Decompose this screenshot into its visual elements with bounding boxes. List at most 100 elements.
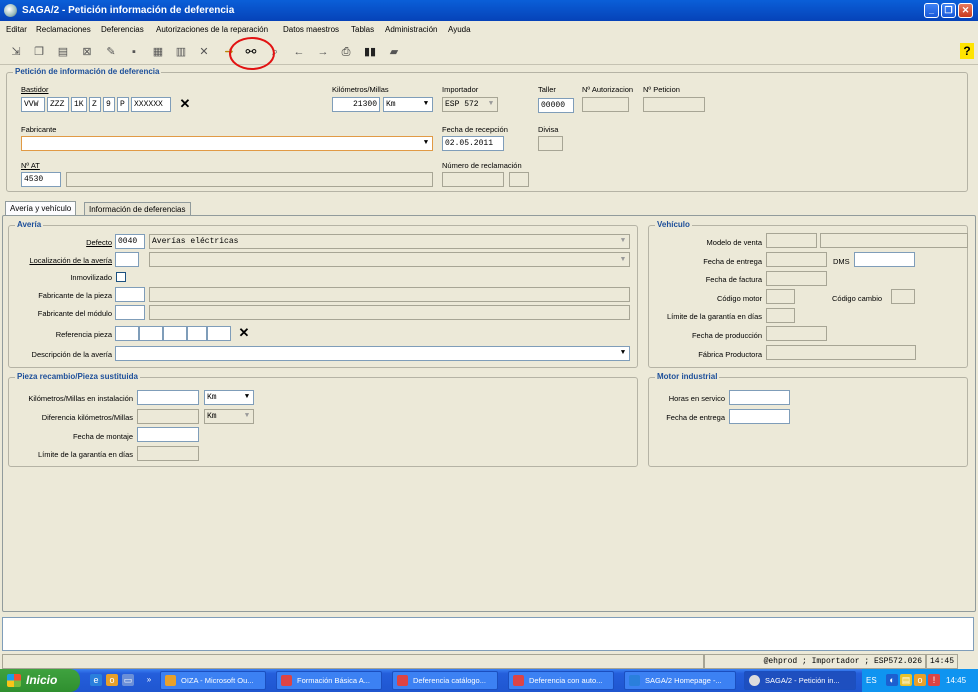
network-icon[interactable]: ◐ <box>886 674 898 686</box>
desktop-icon[interactable]: ▭ <box>122 674 134 686</box>
more-quicklaunch-icon[interactable]: » <box>143 674 155 686</box>
task-deferencia-catalogo-label: Deferencia catálogo... <box>413 676 486 685</box>
fabricante-modulo-input[interactable] <box>115 305 145 320</box>
dms-label: DMS <box>833 257 850 266</box>
menu-ayuda[interactable]: Ayuda <box>448 25 471 34</box>
bastidor-part-4[interactable]: Z <box>89 97 101 112</box>
referencia-part-3[interactable] <box>163 326 187 341</box>
task-formacion[interactable]: Formación Básica A... <box>276 671 382 690</box>
bastidor-part-5[interactable]: 9 <box>103 97 115 112</box>
horas-servicio-input[interactable] <box>729 390 790 405</box>
pdf-icon <box>397 675 408 686</box>
tray-app-icon[interactable]: ▤ <box>900 674 912 686</box>
chevron-down-icon: ▼ <box>620 237 626 245</box>
bastidor-part-7[interactable]: XXXXXX <box>131 97 171 112</box>
tray-alert-icon[interactable]: ! <box>928 674 940 686</box>
tab-informacion-deferencias[interactable]: Información de deferencias <box>84 202 191 216</box>
task-outlook[interactable]: OIZA - Microsoft Ou... <box>160 671 266 690</box>
menu-autorizaciones[interactable]: Autorizaciones de la reparación <box>156 25 268 34</box>
title-bar: SAGA/2 - Petición información de deferen… <box>0 0 978 21</box>
inmovilizado-label: Inmovilizado <box>70 273 112 282</box>
barcode-icon[interactable]: ▮▮ <box>362 44 378 60</box>
modelo-venta-field <box>766 233 817 248</box>
highlight-circle <box>229 37 275 70</box>
fabricante-select[interactable]: ▼ <box>21 136 433 151</box>
horas-servicio-label: Horas en servico <box>668 394 725 403</box>
forward-arrow-icon[interactable]: → <box>315 44 331 60</box>
form-icon[interactable]: ▦ <box>150 44 166 60</box>
dms-input[interactable] <box>854 252 915 267</box>
inmovilizado-checkbox[interactable] <box>116 272 126 282</box>
descripcion-select[interactable]: ▼ <box>115 346 630 361</box>
referencia-part-2[interactable] <box>139 326 163 341</box>
menu-editar[interactable]: Editar <box>6 25 27 34</box>
edit-icon[interactable]: ✎ <box>103 44 119 60</box>
taller-input[interactable]: 00000 <box>538 98 574 113</box>
start-button[interactable]: Inicio <box>0 669 80 692</box>
back-arrow-icon[interactable]: ← <box>291 44 307 60</box>
task-deferencia-catalogo[interactable]: Deferencia catálogo... <box>392 671 498 690</box>
folder-icon[interactable]: ▰ <box>386 44 402 60</box>
fecha-montaje-input[interactable] <box>137 427 199 442</box>
task-deferencia-auto[interactable]: Deferencia con auto... <box>508 671 614 690</box>
task-saga-peticion[interactable]: SAGA/2 - Petición in... <box>744 671 856 690</box>
status-session: @ehprod ; Importador ; ESP572.026 <box>704 654 926 669</box>
defecto-select[interactable]: Averías eléctricas ▼ <box>149 234 630 249</box>
fabricante-pieza-input[interactable] <box>115 287 145 302</box>
km-input[interactable]: 21300 <box>332 97 380 112</box>
importador-select[interactable]: ESP 572 ▼ <box>442 97 498 112</box>
minimize-button[interactable]: _ <box>924 3 939 18</box>
referencia-part-4[interactable] <box>187 326 207 341</box>
km-instalacion-unit-select[interactable]: Km ▼ <box>204 390 254 405</box>
copy-icon[interactable]: ❐ <box>31 44 47 60</box>
clear-bastidor-icon[interactable]: ✕ <box>177 96 193 112</box>
menu-tablas[interactable]: Tablas <box>351 25 374 34</box>
close-button[interactable]: ✕ <box>958 3 973 18</box>
print-icon[interactable]: ⎙ <box>338 44 354 60</box>
header-legend: Petición de información de deferencia <box>13 67 162 76</box>
task-saga-homepage[interactable]: SAGA/2 Homepage -... <box>624 671 736 690</box>
menu-datos-maestros[interactable]: Datos maestros <box>283 25 339 34</box>
diferencia-unit-select[interactable]: Km ▼ <box>204 409 254 424</box>
language-indicator[interactable]: ES <box>866 669 877 692</box>
tray-outlook-icon[interactable]: o <box>914 674 926 686</box>
close-x-icon[interactable]: ✕ <box>196 44 212 60</box>
report-icon[interactable]: ▥ <box>173 44 189 60</box>
import-icon[interactable]: ⇲ <box>8 44 24 60</box>
chevron-down-icon: ▼ <box>244 412 250 420</box>
fabricante-modulo-description <box>149 305 630 320</box>
menu-reclamaciones[interactable]: Reclamaciones <box>36 25 91 34</box>
document-icon[interactable]: ▤ <box>55 44 71 60</box>
save-icon[interactable]: ▪ <box>126 44 142 60</box>
km-unit-select[interactable]: Km ▼ <box>383 97 433 112</box>
fecha-entrega-field <box>766 252 827 267</box>
bastidor-part-2[interactable]: ZZZ <box>47 97 69 112</box>
help-icon[interactable]: ? <box>960 43 974 59</box>
km-instalacion-input[interactable] <box>137 390 199 405</box>
maximize-button[interactable]: ❐ <box>941 3 956 18</box>
num-reclamacion-label: Número de reclamación <box>442 161 522 170</box>
num-reclamacion-field <box>442 172 504 187</box>
clear-referencia-icon[interactable]: ✕ <box>236 325 252 341</box>
bastidor-part-3[interactable]: 1K <box>71 97 87 112</box>
localizacion-select[interactable]: ▼ <box>149 252 630 267</box>
fecha-recepcion-input[interactable]: 02.05.2011 <box>442 136 504 151</box>
ie-icon[interactable]: e <box>90 674 102 686</box>
outlook-icon[interactable]: o <box>106 674 118 686</box>
referencia-part-1[interactable] <box>115 326 139 341</box>
tab-averia-vehiculo[interactable]: Avería y vehículo <box>5 201 77 216</box>
bastidor-part-1[interactable]: VVW <box>21 97 45 112</box>
menu-deferencias[interactable]: Deferencias <box>101 25 144 34</box>
nat-input[interactable]: 4530 <box>21 172 61 187</box>
delete-doc-icon[interactable]: ⊠ <box>79 44 95 60</box>
menu-administracion[interactable]: Administración <box>385 25 437 34</box>
saga-app-icon <box>749 675 760 686</box>
referencia-part-5[interactable] <box>207 326 231 341</box>
localizacion-input[interactable] <box>115 252 139 267</box>
limite-garantia-pieza-field <box>137 446 199 461</box>
fecha-entrega-motor-label: Fecha de entrega <box>666 413 725 422</box>
fecha-entrega-motor-input[interactable] <box>729 409 790 424</box>
fabricante-label: Fabricante <box>21 125 57 134</box>
defecto-code-input[interactable]: 0040 <box>115 234 145 249</box>
bastidor-part-6[interactable]: P <box>117 97 129 112</box>
